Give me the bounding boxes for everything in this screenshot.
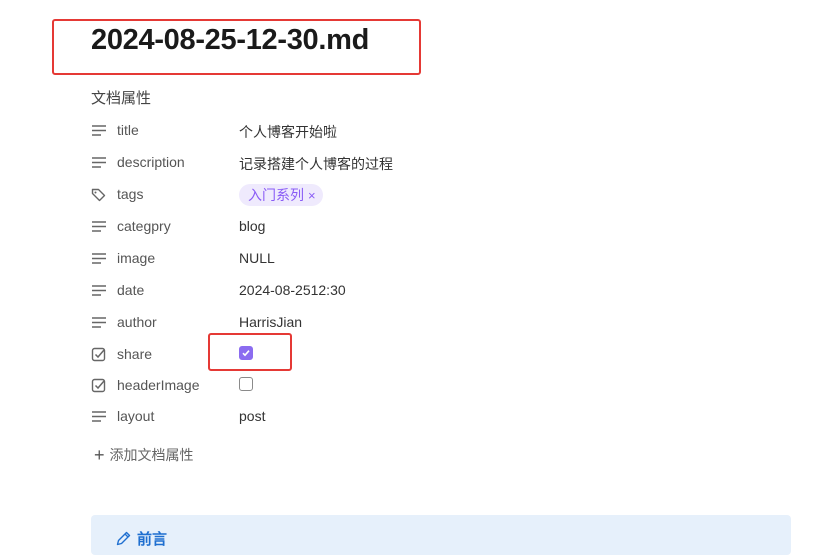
- text-lines-icon: [92, 157, 106, 168]
- pencil-icon: [116, 531, 131, 546]
- tags-icon: [91, 188, 106, 202]
- property-row-title[interactable]: title 个人博客开始啦: [91, 120, 591, 142]
- add-property-button[interactable]: + 添加文档属性: [94, 444, 194, 465]
- property-row-categpry[interactable]: categpry blog: [91, 216, 591, 238]
- tag-pill[interactable]: 入门系列 ×: [239, 184, 323, 206]
- tag-label: 入门系列: [248, 187, 304, 203]
- text-lines-icon: [92, 317, 106, 328]
- tag-remove-icon[interactable]: ×: [308, 188, 316, 203]
- property-value[interactable]: 个人博客开始啦: [239, 122, 337, 142]
- property-value[interactable]: post: [239, 408, 265, 424]
- property-key: share: [117, 346, 153, 362]
- text-lines-icon: [92, 221, 106, 232]
- property-key: categpry: [117, 218, 171, 234]
- property-row-share[interactable]: share: [91, 344, 591, 366]
- text-lines-icon: [92, 125, 106, 136]
- property-key: headerImage: [117, 377, 200, 393]
- property-key: author: [117, 314, 157, 330]
- property-row-description[interactable]: description 记录搭建个人博客的过程: [91, 152, 591, 174]
- property-key: description: [117, 154, 185, 170]
- text-lines-icon: [92, 253, 106, 264]
- property-key: image: [117, 250, 156, 266]
- document-title[interactable]: 2024-08-25-12-30.md: [91, 24, 369, 57]
- property-value[interactable]: HarrisJian: [239, 314, 302, 330]
- property-row-layout[interactable]: layout post: [91, 406, 591, 428]
- property-value[interactable]: NULL: [239, 250, 275, 266]
- callout-block[interactable]: 前言: [91, 515, 791, 555]
- property-value[interactable]: 2024-08-2512:30: [239, 282, 346, 298]
- properties-header[interactable]: 文档属性: [91, 87, 151, 108]
- property-row-author[interactable]: author HarrisJian: [91, 312, 591, 334]
- property-key: title: [117, 122, 139, 138]
- property-row-date[interactable]: date 2024-08-2512:30: [91, 280, 591, 302]
- text-lines-icon: [92, 411, 106, 422]
- headerImage-checkbox[interactable]: [239, 377, 253, 391]
- property-key: layout: [117, 408, 155, 424]
- checkbox-icon: [91, 378, 106, 393]
- property-value[interactable]: 记录搭建个人博客的过程: [239, 154, 393, 174]
- plus-icon: +: [94, 445, 105, 465]
- share-highlight-box: [208, 333, 292, 371]
- property-key: date: [117, 282, 145, 298]
- property-row-image[interactable]: image NULL: [91, 248, 591, 270]
- callout-title: 前言: [115, 528, 167, 549]
- property-key: tags: [117, 186, 144, 202]
- property-value[interactable]: blog: [239, 218, 265, 234]
- property-row-tags[interactable]: tags 入门系列 ×: [91, 184, 591, 206]
- add-property-label: 添加文档属性: [109, 447, 194, 463]
- property-row-headerImage[interactable]: headerImage: [91, 375, 591, 397]
- checkbox-icon: [91, 347, 106, 362]
- text-lines-icon: [92, 285, 106, 296]
